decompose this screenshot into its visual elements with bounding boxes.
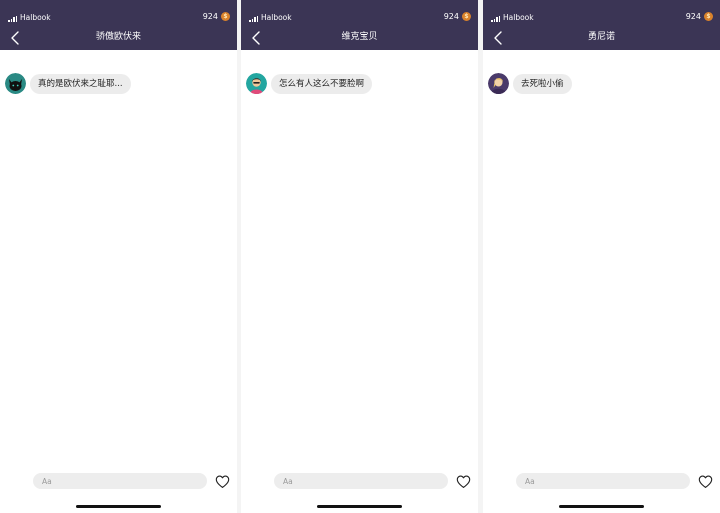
message-input[interactable] xyxy=(516,473,690,489)
chevron-left-icon xyxy=(11,31,19,45)
like-button[interactable] xyxy=(214,473,230,489)
page-title: 骄傲欧伏来 xyxy=(95,32,141,42)
carrier-label: Halbook xyxy=(261,13,292,22)
header-bar: Halbook 924 $ 维克宝贝 xyxy=(241,0,478,50)
carrier-label: Halbook xyxy=(503,13,534,22)
signal-icon xyxy=(249,15,258,22)
composer xyxy=(33,473,229,489)
coin-icon: $ xyxy=(704,12,713,21)
message-bubble: 真的是欧伏来之耻耶... xyxy=(30,73,131,94)
home-indicator xyxy=(317,505,402,508)
status-carrier: Halbook xyxy=(491,10,534,22)
message-row: 怎么有人这么不要脸啊 xyxy=(246,73,373,94)
chat-screen-3: Halbook 924 $ 勇尼诺 去死啦小偷 xyxy=(483,0,720,513)
home-indicator xyxy=(76,505,161,508)
message-bubble: 去死啦小偷 xyxy=(513,73,572,94)
message-input[interactable] xyxy=(274,473,448,489)
message-bubble: 怎么有人这么不要脸啊 xyxy=(271,73,373,94)
composer xyxy=(516,473,712,489)
heart-outline-icon xyxy=(215,475,229,488)
back-button[interactable] xyxy=(489,30,507,46)
chevron-left-icon xyxy=(494,31,502,45)
status-carrier: Halbook xyxy=(8,10,51,22)
carrier-label: Halbook xyxy=(20,13,51,22)
chat-screen-2: Halbook 924 $ 维克宝贝 怎么有人这么不要脸啊 xyxy=(241,0,478,513)
back-button[interactable] xyxy=(247,30,265,46)
message-row: 去死啦小偷 xyxy=(488,73,572,94)
signal-icon xyxy=(491,15,500,22)
header-bar: Halbook 924 $ 勇尼诺 xyxy=(483,0,720,50)
signal-icon xyxy=(8,15,17,22)
heart-outline-icon xyxy=(698,475,712,488)
coin-count: 924 xyxy=(685,12,701,21)
coin-balance: 924 $ xyxy=(444,12,471,21)
page-title: 维克宝贝 xyxy=(341,32,378,42)
chat-screen-1: Halbook 924 $ 骄傲欧伏来 真的是欧伏来之耻耶... xyxy=(0,0,237,513)
heart-outline-icon xyxy=(456,475,470,488)
home-indicator xyxy=(559,505,644,508)
chevron-left-icon xyxy=(252,31,260,45)
coin-balance: 924 $ xyxy=(686,12,713,21)
coin-balance: 924 $ xyxy=(203,12,230,21)
like-button[interactable] xyxy=(697,473,713,489)
message-row: 真的是欧伏来之耻耶... xyxy=(5,73,131,94)
coin-count: 924 xyxy=(443,12,459,21)
back-button[interactable] xyxy=(6,30,24,46)
black-cat-avatar[interactable] xyxy=(5,73,26,94)
like-button[interactable] xyxy=(455,473,471,489)
girl-teal-avatar[interactable] xyxy=(246,73,267,94)
composer xyxy=(274,473,470,489)
girl-purple-avatar[interactable] xyxy=(488,73,509,94)
coin-icon: $ xyxy=(462,12,471,21)
header-bar: Halbook 924 $ 骄傲欧伏来 xyxy=(0,0,237,50)
coin-icon: $ xyxy=(221,12,230,21)
message-input[interactable] xyxy=(33,473,207,489)
coin-count: 924 xyxy=(202,12,218,21)
page-title: 勇尼诺 xyxy=(587,32,615,42)
status-carrier: Halbook xyxy=(249,10,292,22)
